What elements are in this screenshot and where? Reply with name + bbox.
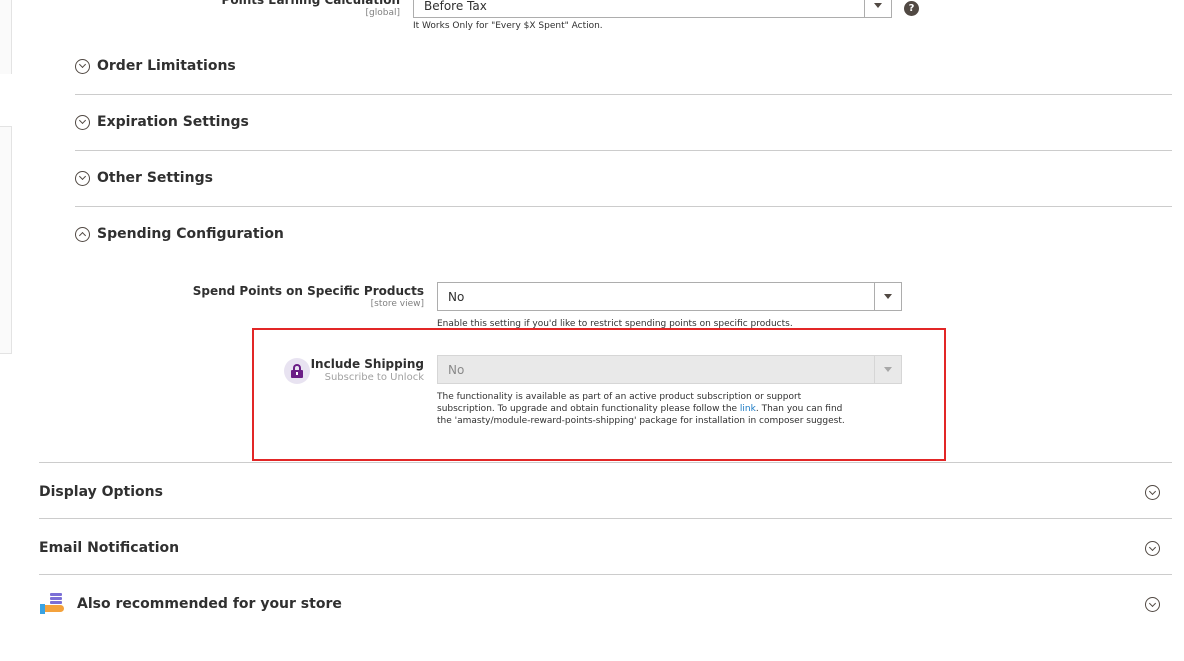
points-earning-calculation-select[interactable]: Before Tax <box>413 0 892 18</box>
include-shipping-note-line2: subscription. To upgrade and obtain func… <box>437 403 845 415</box>
include-shipping-note-line3: the 'amasty/module-reward-points-shippin… <box>437 416 845 426</box>
subscribe-to-unlock-text: Subscribe to Unlock <box>324 372 424 383</box>
points-earning-calculation-label-group: Points Earning Calculation [global] <box>222 0 400 19</box>
expand-circle-icon <box>75 170 90 186</box>
spend-specific-products-scope: [store view] <box>370 299 424 309</box>
section-title: Display Options <box>39 484 163 500</box>
caret-down-icon <box>874 3 882 8</box>
select-arrow-button[interactable] <box>864 0 891 17</box>
include-shipping-value: No <box>448 363 465 377</box>
points-earning-calculation-scope: [global] <box>365 8 400 18</box>
caret-down-icon <box>884 367 892 372</box>
subsection-title: Order Limitations <box>97 58 236 74</box>
subsection-order-limitations[interactable]: Order Limitations <box>75 58 236 74</box>
expand-circle-icon <box>75 114 90 130</box>
points-earning-calculation-note: It Works Only for "Every $X Spent" Actio… <box>413 21 603 31</box>
subsection-title: Other Settings <box>97 170 213 186</box>
section-display-options[interactable]: Display Options <box>39 462 1172 518</box>
section-title: Email Notification <box>39 540 180 556</box>
recommendation-hand-icon <box>40 593 64 615</box>
points-earning-calculation-label: Points Earning Calculation <box>221 0 400 7</box>
expand-circle-icon <box>1145 541 1160 556</box>
select-arrow-button <box>874 356 901 383</box>
subsection-title: Expiration Settings <box>97 114 249 130</box>
include-shipping-label: Include Shipping <box>310 357 424 371</box>
spend-specific-products-value: No <box>448 290 465 304</box>
section-email-notification[interactable]: Email Notification <box>39 518 1172 574</box>
subscription-link[interactable]: link <box>740 404 756 414</box>
subsection-other-settings[interactable]: Other Settings <box>75 170 213 186</box>
points-earning-calculation-value: Before Tax <box>424 0 487 13</box>
left-panel-edge-lower <box>0 126 12 354</box>
section-also-recommended[interactable]: Also recommended for your store <box>39 574 1172 630</box>
spend-specific-products-label: Spend Points on Specific Products <box>192 284 424 298</box>
lock-icon <box>284 358 310 384</box>
include-shipping-note: The functionality is available as part o… <box>437 391 845 427</box>
collapse-circle-icon <box>75 226 90 242</box>
expand-circle-icon <box>1145 597 1160 612</box>
subsection-title: Spending Configuration <box>97 226 284 242</box>
divider <box>75 94 1172 95</box>
expand-circle-icon <box>1145 485 1160 500</box>
spend-specific-products-label-group: Spend Points on Specific Products [store… <box>193 284 424 310</box>
note-text: . Than you can find <box>755 404 843 414</box>
section-title: Also recommended for your store <box>77 596 342 612</box>
include-shipping-note-line1: The functionality is available as part o… <box>437 392 802 402</box>
include-shipping-select: No <box>437 355 902 384</box>
left-panel-edge <box>0 0 12 74</box>
caret-down-icon <box>884 294 892 299</box>
expand-circle-icon <box>75 58 90 74</box>
include-shipping-label-group: Include Shipping Subscribe to Unlock <box>311 357 424 384</box>
note-text: subscription. To upgrade and obtain func… <box>437 404 740 414</box>
subsection-spending-configuration[interactable]: Spending Configuration <box>75 226 284 242</box>
help-icon[interactable]: ? <box>904 1 919 16</box>
subsection-expiration-settings[interactable]: Expiration Settings <box>75 114 249 130</box>
divider <box>75 150 1172 151</box>
select-arrow-button[interactable] <box>874 283 901 310</box>
divider <box>75 206 1172 207</box>
spend-specific-products-select[interactable]: No <box>437 282 902 311</box>
